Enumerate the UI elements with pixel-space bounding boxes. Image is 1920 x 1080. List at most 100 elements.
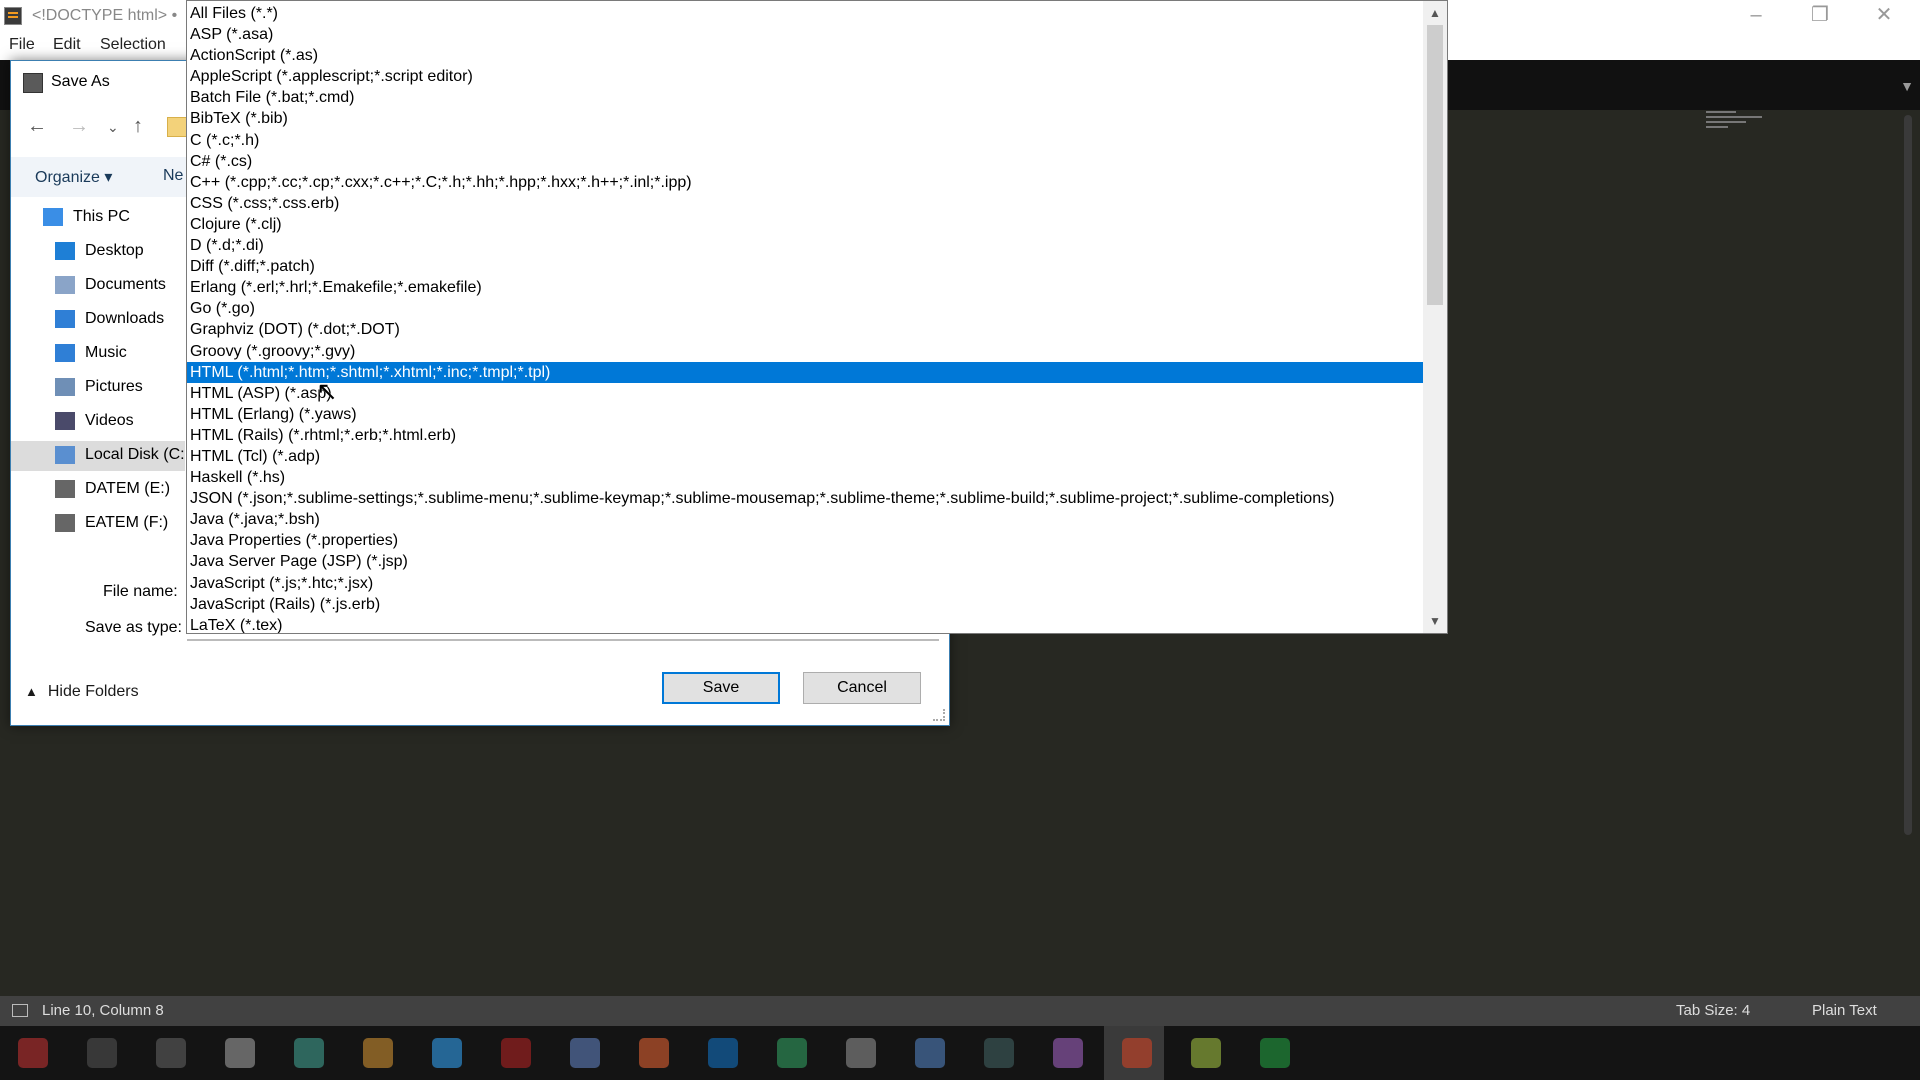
folder-icon [167,117,187,137]
file-type-option[interactable]: Java (*.java;*.bsh) [187,509,1423,530]
file-type-option[interactable]: Erlang (*.erl;*.hrl;*.Emakefile;*.emakef… [187,277,1423,298]
up-arrow-icon[interactable]: ↑ [133,115,143,138]
taskbar-app-icon[interactable] [363,1038,393,1068]
tab-size[interactable]: Tab Size: 4 [1676,1002,1750,1019]
organize-button[interactable]: Organize ▾ [35,167,112,187]
taskbar-app-icon[interactable] [777,1038,807,1068]
nav-item-label: Music [85,344,127,361]
syntax-mode[interactable]: Plain Text [1812,1002,1877,1019]
taskbar-app-icon[interactable] [156,1038,186,1068]
taskbar-app-icon[interactable] [294,1038,324,1068]
editor-scrollbar[interactable] [1904,115,1912,835]
taskbar-app-icon[interactable] [1053,1038,1083,1068]
menu-edit[interactable]: Edit [53,36,81,54]
file-type-option[interactable]: CSS (*.css;*.css.erb) [187,193,1423,214]
file-type-option[interactable]: Java Server Page (JSP) (*.jsp) [187,551,1423,572]
panel-toggle-icon[interactable] [12,1004,28,1017]
taskbar-app-icon[interactable] [570,1038,600,1068]
minimize-icon[interactable]: – [1724,0,1788,34]
cursor-position: Line 10, Column 8 [42,1002,164,1019]
file-type-option[interactable]: BibTeX (*.bib) [187,108,1423,129]
dialog-title: Save As [51,73,110,90]
nav-item-label: DATEM (E:) [85,480,171,497]
file-type-option[interactable]: ASP (*.asa) [187,24,1423,45]
taskbar-app-icon[interactable] [639,1038,669,1068]
scrollbar-thumb[interactable] [1427,25,1443,305]
nav-item[interactable]: Downloads [11,305,185,335]
nav-item[interactable]: Videos [11,407,185,437]
nav-item[interactable]: Documents [11,271,185,301]
nav-item-label: This PC [73,208,130,225]
downloads-icon [55,310,75,328]
recent-locations-icon[interactable]: ⌄ [107,119,119,136]
close-icon[interactable]: ✕ [1852,0,1916,34]
taskbar-app-icon[interactable] [87,1038,117,1068]
taskbar-app-icon[interactable] [432,1038,462,1068]
nav-item[interactable]: EATEM (F:) [11,509,185,539]
new-folder-button[interactable]: Ne [163,167,183,185]
taskbar-app-icon[interactable] [1191,1038,1221,1068]
taskbar-app-icon[interactable] [1122,1038,1152,1068]
file-type-option[interactable]: HTML (*.html;*.htm;*.shtml;*.xhtml;*.inc… [187,361,1423,383]
file-type-option[interactable]: HTML (Erlang) (*.yaws) [187,404,1423,425]
save-button[interactable]: Save [662,672,780,704]
scroll-up-icon[interactable]: ▲ [1423,1,1447,25]
menu-file[interactable]: File [9,36,35,54]
minimap[interactable] [1706,108,1762,140]
taskbar-app-icon[interactable] [708,1038,738,1068]
file-type-option[interactable]: Java Properties (*.properties) [187,530,1423,551]
taskbar-app-icon[interactable] [225,1038,255,1068]
chevron-down-icon[interactable]: ▼ [1900,78,1914,94]
file-name-label: File name: [103,583,178,600]
file-type-option[interactable]: JSON (*.json;*.sublime-settings;*.sublim… [187,488,1423,509]
file-type-option[interactable]: C (*.c;*.h) [187,130,1423,151]
taskbar-app-icon[interactable] [501,1038,531,1068]
cancel-button[interactable]: Cancel [803,672,921,704]
file-type-option[interactable]: JavaScript (Rails) (*.js.erb) [187,594,1423,615]
file-type-option[interactable]: All Files (*.*) [187,3,1423,24]
file-type-option[interactable]: D (*.d;*.di) [187,235,1423,256]
file-type-option[interactable]: HTML (ASP) (*.asp) [187,383,1423,404]
sublime-app-icon [4,7,22,25]
file-type-dropdown[interactable]: All Files (*.*) ASP (*.asa) ActionScript (… [186,0,1448,634]
file-type-option[interactable]: Go (*.go) [187,298,1423,319]
nav-item-label: Downloads [85,310,165,327]
file-type-option[interactable]: JavaScript (*.js;*.htc;*.jsx) [187,573,1423,594]
back-arrow-icon[interactable]: ← [27,115,47,138]
file-type-option[interactable]: C# (*.cs) [187,151,1423,172]
file-type-option[interactable]: Groovy (*.groovy;*.gvy) [187,341,1423,362]
file-type-option[interactable]: ActionScript (*.as) [187,45,1423,66]
menu-selection[interactable]: Selection [100,36,166,54]
window-title: <!DOCTYPE html> • [32,7,178,24]
resize-grip[interactable] [933,709,945,721]
forward-arrow-icon[interactable]: → [69,115,89,138]
file-type-option[interactable]: Clojure (*.clj) [187,214,1423,235]
hide-folders-button[interactable]: ▲ Hide Folders [25,683,139,701]
save-as-type-select[interactable] [187,639,939,641]
nav-item[interactable]: Pictures [11,373,185,403]
taskbar-app-icon[interactable] [18,1038,48,1068]
file-type-option[interactable]: Graphviz (DOT) (*.dot;*.DOT) [187,319,1423,340]
status-bar: Line 10, Column 8 Tab Size: 4 Plain Text [0,996,1920,1026]
nav-item[interactable]: DATEM (E:) [11,475,185,505]
file-type-option[interactable]: HTML (Tcl) (*.adp) [187,446,1423,467]
nav-item[interactable]: Music [11,339,185,369]
file-type-option[interactable]: C++ (*.cpp;*.cc;*.cp;*.cxx;*.c++;*.C;*.h… [187,172,1423,193]
taskbar-app-icon[interactable] [984,1038,1014,1068]
scroll-down-icon[interactable]: ▼ [1423,609,1447,633]
nav-item[interactable]: Desktop [11,237,185,267]
taskbar-app-icon[interactable] [915,1038,945,1068]
file-type-option[interactable]: Haskell (*.hs) [187,467,1423,488]
file-type-option[interactable]: Diff (*.diff;*.patch) [187,256,1423,277]
file-type-option[interactable]: LaTeX (*.tex) [187,615,1423,633]
file-type-option[interactable]: HTML (Rails) (*.rhtml;*.erb;*.html.erb) [187,425,1423,446]
file-type-option[interactable]: Batch File (*.bat;*.cmd) [187,87,1423,108]
nav-item[interactable]: Local Disk (C: [11,441,185,471]
hide-folders-label: Hide Folders [47,683,139,700]
dropdown-scrollbar[interactable]: ▲ ▼ [1423,1,1447,633]
taskbar-app-icon[interactable] [846,1038,876,1068]
taskbar-app-icon[interactable] [1260,1038,1290,1068]
restore-icon[interactable]: ❐ [1788,0,1852,34]
file-type-option[interactable]: AppleScript (*.applescript;*.script edit… [187,66,1423,87]
nav-item[interactable]: This PC [11,203,185,233]
